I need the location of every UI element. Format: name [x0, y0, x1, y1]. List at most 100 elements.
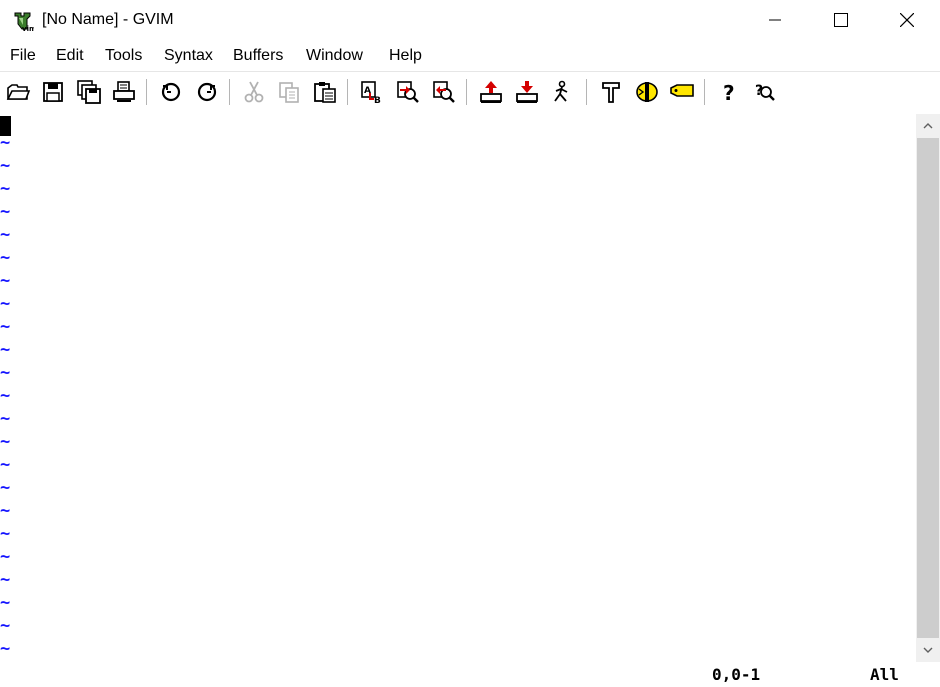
toolbar: AB ? ?	[0, 73, 940, 113]
load-session-button[interactable]	[476, 77, 506, 107]
empty-line-marker: ~	[0, 202, 11, 222]
paste-icon	[314, 82, 336, 103]
toolbar-separator	[586, 79, 587, 105]
menu-syntax[interactable]: Syntax	[164, 47, 213, 65]
copy-icon	[279, 82, 299, 103]
status-line: 0,0-1 All	[0, 662, 940, 687]
shell-icon	[636, 82, 658, 102]
empty-line-marker: ~	[0, 570, 11, 590]
empty-line-marker: ~	[0, 639, 11, 659]
title-bar: vim [No Name] - GVIM	[0, 0, 940, 42]
find-prev-button[interactable]	[429, 77, 459, 107]
redo-icon	[197, 82, 217, 102]
chevron-down-icon	[923, 647, 933, 653]
find-prev-icon	[433, 81, 455, 103]
empty-line-marker: ~	[0, 432, 11, 452]
scroll-down-button[interactable]	[916, 638, 940, 662]
empty-line-marker: ~	[0, 363, 11, 383]
print-button[interactable]	[109, 77, 139, 107]
find-next-button[interactable]	[393, 77, 423, 107]
save-all-icon	[77, 80, 101, 104]
save-button[interactable]	[38, 77, 68, 107]
find-help-button[interactable]: ?	[750, 77, 780, 107]
undo-icon	[161, 82, 181, 102]
menu-tools[interactable]: Tools	[105, 47, 142, 65]
menu-help[interactable]: Help	[389, 47, 422, 65]
paste-button[interactable]	[310, 77, 340, 107]
run-script-button[interactable]	[548, 77, 578, 107]
empty-line-marker: ~	[0, 156, 11, 176]
toolbar-separator	[466, 79, 467, 105]
toolbar-separator	[146, 79, 147, 105]
menu-bar: File Edit Tools Syntax Buffers Window He…	[0, 42, 940, 72]
svg-text:B: B	[374, 96, 381, 105]
cut-icon	[244, 81, 264, 103]
save-all-button[interactable]	[74, 77, 104, 107]
find-help-icon: ?	[755, 83, 775, 101]
window-title: [No Name] - GVIM	[42, 11, 174, 28]
chevron-up-icon	[923, 123, 933, 129]
save-session-icon	[516, 81, 538, 103]
scroll-indicator: All	[870, 665, 899, 684]
empty-line-marker: ~	[0, 478, 11, 498]
cut-button[interactable]	[239, 77, 269, 107]
menu-file[interactable]: File	[10, 47, 36, 65]
tag-icon	[670, 84, 694, 97]
maximize-button[interactable]	[818, 0, 864, 40]
editor-area[interactable]: ~ ~ ~ ~ ~ ~ ~ ~ ~ ~ ~ ~ ~ ~ ~ ~ ~ ~ ~ ~ ~ ~ ~	[0, 114, 916, 662]
minimize-button[interactable]	[752, 0, 798, 40]
redo-button[interactable]	[192, 77, 222, 107]
help-icon: ?	[723, 81, 735, 105]
svg-text:?: ?	[723, 81, 735, 105]
save-icon	[43, 82, 63, 102]
open-button[interactable]	[3, 77, 33, 107]
replace-button[interactable]: AB	[357, 77, 387, 107]
empty-line-marker: ~	[0, 340, 11, 360]
close-icon	[900, 13, 914, 27]
empty-line-marker: ~	[0, 455, 11, 475]
vertical-scrollbar[interactable]	[916, 114, 940, 662]
svg-text:vim: vim	[22, 25, 34, 32]
print-icon	[113, 81, 135, 102]
toolbar-separator	[347, 79, 348, 105]
empty-line-marker: ~	[0, 547, 11, 567]
cursor-position: 0,0-1	[712, 665, 761, 684]
empty-line-marker: ~	[0, 524, 11, 544]
make-button[interactable]	[596, 77, 626, 107]
scroll-up-button[interactable]	[916, 114, 940, 138]
find-next-icon	[397, 81, 419, 103]
empty-line-marker: ~	[0, 317, 11, 337]
empty-line-marker: ~	[0, 179, 11, 199]
maximize-icon	[834, 13, 848, 27]
open-icon	[6, 84, 31, 100]
undo-button[interactable]	[156, 77, 186, 107]
scroll-thumb[interactable]	[917, 138, 939, 638]
empty-line-marker: ~	[0, 593, 11, 613]
replace-icon: AB	[361, 81, 381, 105]
empty-line-marker: ~	[0, 271, 11, 291]
toolbar-separator	[229, 79, 230, 105]
menu-edit[interactable]: Edit	[56, 47, 84, 65]
save-session-button[interactable]	[512, 77, 542, 107]
gvim-icon[interactable]: vim	[12, 10, 36, 33]
empty-line-marker: ~	[0, 225, 11, 245]
make-icon	[602, 82, 620, 103]
empty-line-marker: ~	[0, 409, 11, 429]
shell-button[interactable]	[632, 77, 662, 107]
empty-line-marker: ~	[0, 616, 11, 636]
tag-button[interactable]	[667, 77, 697, 107]
empty-line-marker: ~	[0, 133, 11, 153]
empty-line-marker: ~	[0, 386, 11, 406]
run-script-icon	[554, 80, 568, 102]
help-button[interactable]: ?	[714, 77, 744, 107]
empty-line-marker: ~	[0, 501, 11, 521]
copy-button[interactable]	[274, 77, 304, 107]
load-session-icon	[480, 81, 502, 103]
empty-line-marker: ~	[0, 294, 11, 314]
minimize-icon	[769, 19, 781, 21]
toolbar-separator	[704, 79, 705, 105]
close-button[interactable]	[884, 0, 930, 40]
empty-line-marker: ~	[0, 248, 11, 268]
menu-buffers[interactable]: Buffers	[233, 47, 283, 65]
menu-window[interactable]: Window	[306, 47, 363, 65]
